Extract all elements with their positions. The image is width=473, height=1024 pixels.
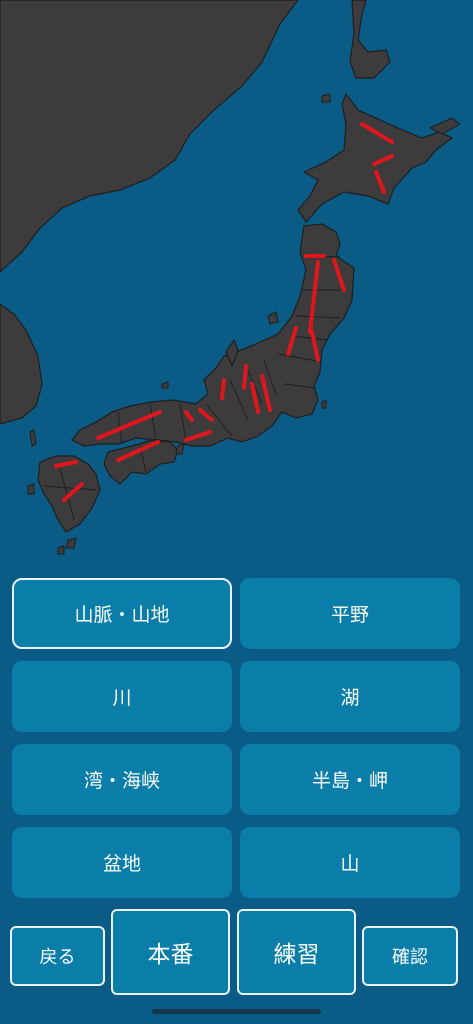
category-label: 湖 xyxy=(340,687,360,709)
category-button-basins[interactable]: 盆地 xyxy=(12,827,232,898)
confirm-button[interactable]: 確認 xyxy=(362,926,458,986)
category-button-bays-straits[interactable]: 湾・海峡 xyxy=(12,744,232,815)
category-button-peninsulas-capes[interactable]: 半島・岬 xyxy=(240,744,460,815)
category-button-mountains[interactable]: 山 xyxy=(240,827,460,898)
real-mode-button[interactable]: 本番 xyxy=(111,909,230,995)
category-grid: 山脈・山地 平野 川 湖 湾・海峡 半島・岬 盆地 山 xyxy=(0,0,473,1024)
practice-mode-button[interactable]: 練習 xyxy=(237,909,356,995)
back-button[interactable]: 戻る xyxy=(10,926,105,986)
confirm-label: 確認 xyxy=(392,947,428,968)
category-label: 湾・海峡 xyxy=(83,770,160,792)
category-button-plains[interactable]: 平野 xyxy=(240,578,460,649)
category-label: 山 xyxy=(340,853,360,875)
real-mode-label: 本番 xyxy=(147,942,194,968)
category-button-rivers[interactable]: 川 xyxy=(12,661,232,732)
category-label: 平野 xyxy=(330,604,369,626)
category-button-lakes[interactable]: 湖 xyxy=(240,661,460,732)
home-indicator xyxy=(152,1009,321,1014)
back-label: 戻る xyxy=(39,947,76,968)
category-label: 川 xyxy=(112,687,132,709)
practice-mode-label: 練習 xyxy=(273,942,320,968)
category-button-mountain-ranges[interactable]: 山脈・山地 xyxy=(12,578,232,649)
category-label: 山脈・山地 xyxy=(74,604,170,626)
category-label: 盆地 xyxy=(102,853,141,875)
category-label: 半島・岬 xyxy=(311,770,388,792)
